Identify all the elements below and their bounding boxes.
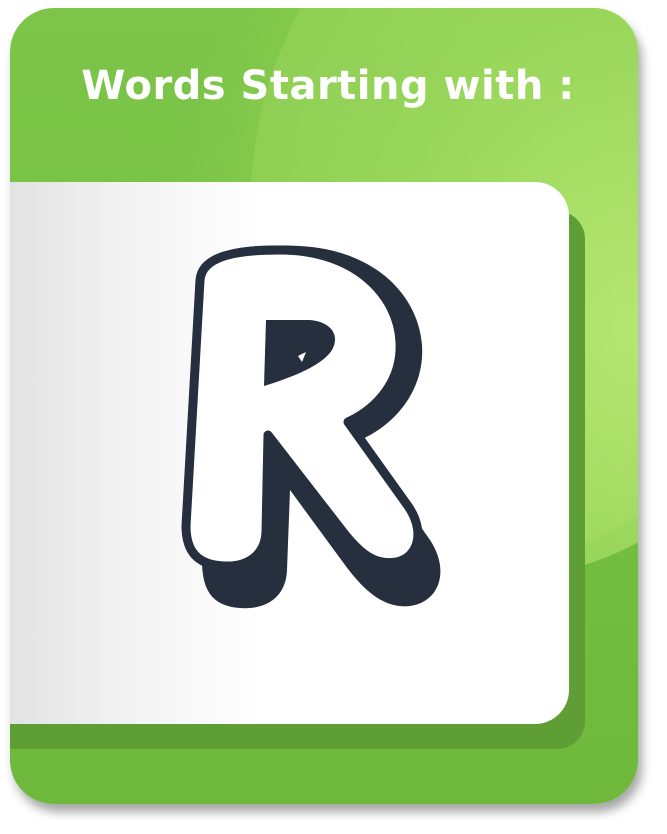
letter-card: Words Starting with : [10,8,638,804]
card-title: Words Starting with : [81,63,575,109]
letter-r-graphic [160,240,460,620]
letter-r-icon [181,245,441,609]
